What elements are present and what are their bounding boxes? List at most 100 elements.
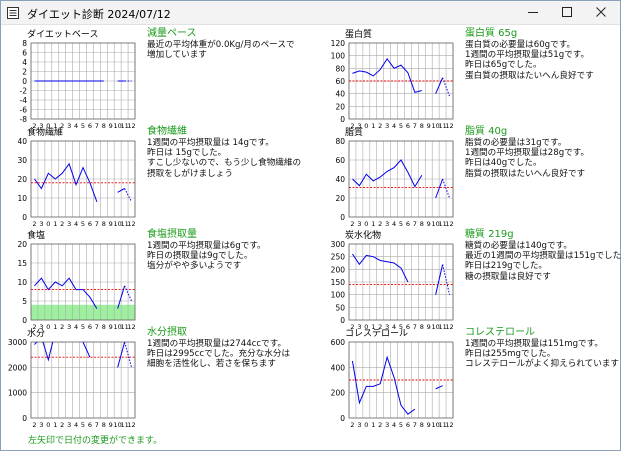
- series-line: [352, 253, 409, 283]
- info-heading: 蛋白質 65g: [465, 28, 518, 39]
- info-line: 昨日は255mgでした。: [465, 349, 556, 360]
- x-tick-label: 3: [357, 421, 361, 429]
- y-tick-label: 5: [22, 297, 27, 306]
- info-line: 蛋白質の必要量は60gです。: [465, 40, 576, 50]
- panel-salt: 食塩 20 15 10 5 0 2 3 0 1 2 3 4 5 6 7 8 9 10 11 12 食塩摂取量 1週間の平均摂…: [5, 229, 305, 332]
- x-tick-label: 5: [81, 421, 85, 429]
- x-tick-label: 5: [399, 220, 403, 228]
- y-tick-label: 20: [17, 175, 27, 184]
- chart-title: 食物繊維: [27, 126, 63, 138]
- chart-title: ダイエットベース: [27, 28, 98, 40]
- x-tick-label: 2: [60, 220, 64, 228]
- minimize-button[interactable]: [516, 1, 550, 24]
- x-tick-label: 3: [67, 421, 71, 429]
- x-tick-label: 3: [67, 220, 71, 228]
- x-tick-label: 7: [413, 421, 417, 429]
- panel-carb: 炭水化物 300 250 200 150 100 50 0 2 3 0 1 2 3 4 5 6 7 8 9 10 11 12…: [323, 229, 621, 332]
- info-line: 最近の平均体重が0.0Kg/月のペースで: [147, 40, 295, 50]
- info-line: 摂取をしがけましょう: [147, 168, 233, 179]
- info-line: 昨日は65gでした。: [465, 60, 542, 71]
- chart-salt: 食塩201510502 3 0 1 2 3 4 5 6 7 8 9 101112: [17, 229, 135, 331]
- y-tick-label: 4: [22, 58, 27, 67]
- x-tick-label: 7: [95, 421, 99, 429]
- y-tick-label: 10: [17, 194, 27, 203]
- x-tick-label: 2: [60, 421, 64, 429]
- x-tick-label: 9: [427, 421, 431, 429]
- y-tick-label: 0: [22, 414, 27, 423]
- x-tick-label: 7: [95, 220, 99, 228]
- x-tick-label: 2: [350, 421, 354, 429]
- y-tick-label: 40: [335, 90, 345, 99]
- x-tick-label: 6: [88, 421, 92, 429]
- panel-water: 水分 3000 2000 1000 0 2 3 0 1 2 3 4 5 6 7 8 9 10 11 12 水分摂取 1週間…: [5, 327, 305, 430]
- x-tick-label: 0: [364, 421, 368, 429]
- chart-title: コレステロール: [345, 328, 408, 339]
- close-button[interactable]: [584, 1, 618, 24]
- x-tick-label: 0: [364, 220, 368, 228]
- y-tick-label: 0: [340, 115, 345, 124]
- y-tick-label: 120: [331, 39, 346, 48]
- title-bar[interactable]: ダイエット診断 2024/07/12: [1, 1, 620, 25]
- info-line: 1週間の平均摂取量は 14gです。: [147, 138, 274, 148]
- info-protein: 蛋白質 65g 蛋白質の必要量は60gです。 1週間の平均摂取量は51gです。 昨日は…: [465, 28, 621, 81]
- list-icon: [7, 7, 19, 19]
- y-tick-label: 40: [335, 175, 345, 184]
- x-tick-label: 2: [350, 220, 354, 228]
- app-window: ダイエット診断 2024/07/12 ダイエットベース 8 6 4 2 0 -2 -4 -6 -8…: [0, 0, 621, 451]
- status-hint: 左矢印で日付の変更ができます。: [28, 436, 163, 446]
- y-tick-label: 300: [331, 240, 346, 249]
- maximize-icon: [562, 7, 572, 17]
- y-tick-label: 6: [22, 49, 27, 58]
- x-tick-label: 4: [74, 220, 78, 228]
- y-tick-label: 60: [335, 156, 345, 165]
- chart-carb: 炭水化物3002502001501005002 3 0 1 2 3 4 5 6 7 8 9 101112: [331, 229, 454, 331]
- y-tick-label: -2: [20, 87, 28, 96]
- chart-chol: コレステロール60040020002 3 0 1 2 3 4 5 6 7 8 9 101112: [331, 328, 454, 429]
- y-tick-label: 20: [17, 240, 27, 249]
- y-tick-label: 60: [335, 77, 345, 86]
- chart-title: 食塩: [27, 229, 45, 241]
- y-tick-label: 20: [335, 102, 345, 111]
- y-tick-label: 100: [331, 52, 346, 61]
- info-line: 塩分がやや多いようです: [147, 261, 242, 272]
- x-tick-label: 1: [53, 421, 57, 429]
- y-tick-label: 400: [331, 363, 346, 372]
- info-line: 糖の摂取量は良好です: [465, 271, 551, 282]
- maximize-button[interactable]: [550, 1, 584, 24]
- x-tick-label: 4: [392, 220, 396, 228]
- y-tick-label: 80: [335, 64, 345, 73]
- info-chol: コレステロール 1週間の平均摂取量は151mgです。 昨日は255mgでした。 コレス…: [465, 327, 621, 370]
- info-line: 脂質の必要量は31gです。: [465, 138, 567, 148]
- info-line: 最近の1週間の平均摂取量は151gでした。: [465, 251, 621, 262]
- x-tick-label: 1: [53, 220, 57, 228]
- x-tick-label: 12: [445, 220, 453, 228]
- info-line: 昨日は219gでした。: [465, 261, 548, 272]
- panel-weight: ダイエットベース 8 6 4 2 0 -2 -4 -6 -8 2 3 0 1 2 3 4 5 6 7 8 9 10 11 12 減…: [5, 28, 305, 131]
- info-heading: 食塩摂取量: [147, 229, 197, 240]
- info-line: 1週間の平均摂取量は6gです。: [147, 241, 266, 251]
- x-tick-label: 8: [420, 220, 424, 228]
- info-heading: コレステロール: [465, 327, 535, 338]
- chart-title: 水分: [27, 327, 45, 339]
- info-line: 増加しています: [147, 50, 207, 61]
- x-tick-label: 9: [109, 421, 113, 429]
- chart-title: 脂質: [345, 126, 363, 138]
- info-line: 昨日の摂取量は9gでした。: [147, 251, 253, 262]
- minimize-icon: [528, 12, 538, 13]
- info-heading: 水分摂取: [147, 327, 187, 338]
- x-tick-label: 2: [32, 220, 36, 228]
- x-tick-label: 5: [81, 220, 85, 228]
- x-tick-label: 8: [420, 421, 424, 429]
- info-line: 1週間の平均摂取量は28gです。: [465, 148, 590, 159]
- info-carb: 糖質 219g 糖質の必要量は140gです。 最近の1週間の平均摂取量は151gでし…: [465, 229, 621, 282]
- info-salt: 食塩摂取量 1週間の平均摂取量は6gです。 昨日の摂取量は9gでした。 塩分がやや多い…: [147, 229, 307, 272]
- close-icon: [596, 7, 606, 17]
- x-tick-label: 0: [46, 220, 50, 228]
- info-line: 糖質の必要量は140gです。: [465, 241, 572, 251]
- y-tick-label: 0: [22, 316, 27, 325]
- x-tick-label: 12: [127, 220, 135, 228]
- y-tick-label: 2: [22, 68, 27, 77]
- y-tick-label: -6: [20, 106, 28, 115]
- y-tick-label: 600: [331, 338, 346, 347]
- x-tick-label: 0: [46, 421, 50, 429]
